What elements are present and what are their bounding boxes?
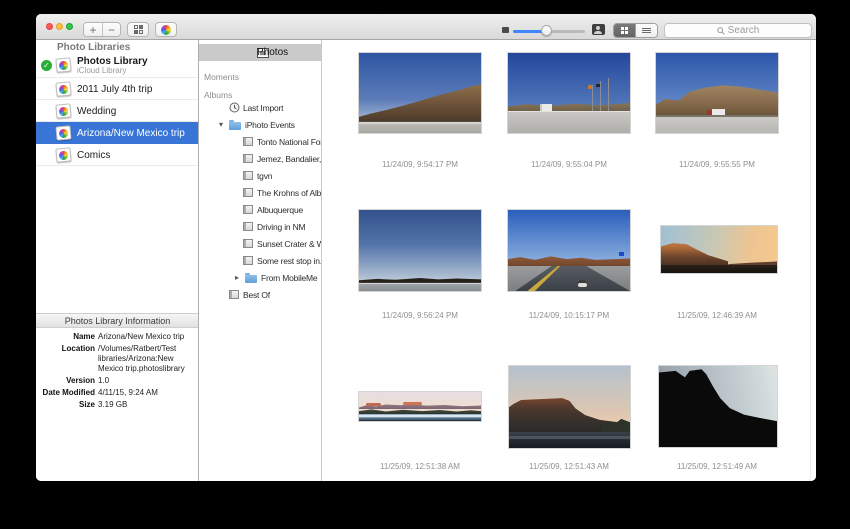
active-library-check-icon: ✓ <box>41 60 52 71</box>
library-icon <box>55 125 71 140</box>
photo-timestamp: 11/25/09, 12:51:43 AM <box>507 462 631 471</box>
remove-library-button[interactable]: − <box>102 23 120 36</box>
photo-thumbnail-4[interactable] <box>358 209 482 292</box>
event-icon <box>243 205 253 214</box>
event-icon <box>243 239 253 248</box>
photo-timestamp: 11/25/09, 12:51:38 AM <box>358 462 482 471</box>
photo-thumbnail-2[interactable] <box>507 52 631 134</box>
list-view-button[interactable] <box>635 24 657 37</box>
powerphotos-window: + − <box>36 14 816 481</box>
album-item-rest-stop[interactable]: Some rest stop in... <box>199 252 322 269</box>
minimize-window-button[interactable] <box>56 23 63 30</box>
library-icon <box>55 81 71 96</box>
view-mode-segmented-control <box>613 23 658 38</box>
merge-icon <box>134 25 143 34</box>
event-icon <box>243 171 253 180</box>
add-remove-group: + − <box>83 22 121 37</box>
library-icon <box>55 57 71 72</box>
thumbnail-size-small-icon <box>502 27 509 33</box>
album-item-krohns[interactable]: The Krohns of Albu... <box>199 184 322 201</box>
album-item-driving-in-nm[interactable]: Driving in NM <box>199 218 322 235</box>
photo-thumbnail-5[interactable] <box>507 209 631 292</box>
search-icon <box>717 27 725 35</box>
toolbar: + − <box>36 14 816 40</box>
photos-app-icon <box>161 25 171 35</box>
album-item-albuquerque[interactable]: Albuquerque <box>199 201 322 218</box>
folder-icon <box>229 122 241 130</box>
merge-libraries-button[interactable] <box>127 22 149 37</box>
grid-view-button[interactable] <box>614 24 635 37</box>
event-icon <box>243 137 253 146</box>
close-window-button[interactable] <box>46 23 53 30</box>
album-item-sunset-crater[interactable]: Sunset Crater & W... <box>199 235 322 252</box>
info-row-date-modified: Date Modified 4/11/15, 9:24 AM <box>36 388 199 398</box>
screenshot-background: + − <box>0 0 850 529</box>
info-row-size: Size 3.19 GB <box>36 400 199 410</box>
event-icon <box>243 154 253 163</box>
albums-panel: Photos Moments Albums Last Import ▾ iPho… <box>199 40 322 481</box>
photo-timestamp: 11/25/09, 12:51:49 AM <box>655 462 779 471</box>
library-subtitle: iCloud Library <box>77 66 126 75</box>
photo-thumbnail-3[interactable] <box>655 52 779 134</box>
album-icon <box>229 290 239 299</box>
add-library-button[interactable]: + <box>84 23 102 36</box>
photo-thumbnail-9[interactable] <box>658 365 778 448</box>
event-icon <box>243 188 253 197</box>
album-item-iphoto-events[interactable]: ▾ iPhoto Events <box>199 116 322 133</box>
search-input[interactable]: Search <box>664 23 812 38</box>
album-item-tgvn[interactable]: tgvn <box>199 167 322 184</box>
photo-thumbnail-1[interactable] <box>358 52 482 134</box>
album-item-last-import[interactable]: Last Import <box>199 99 322 116</box>
photo-thumbnail-8[interactable] <box>508 365 631 449</box>
section-label-moments: Moments <box>204 72 239 82</box>
event-icon <box>243 222 253 231</box>
photo-timestamp: 11/24/09, 9:55:55 PM <box>655 160 779 169</box>
photo-timestamp: 11/24/09, 9:56:24 PM <box>358 311 482 320</box>
list-view-icon <box>642 27 651 34</box>
event-icon <box>243 256 253 265</box>
zoom-window-button[interactable] <box>66 23 73 30</box>
disclosure-right-icon[interactable]: ▸ <box>235 273 239 282</box>
info-row-location: Location /Volumes/Ratbert/Test libraries… <box>36 344 199 374</box>
photo-thumbnail-6[interactable] <box>660 225 778 274</box>
disclosure-down-icon[interactable]: ▾ <box>219 120 223 129</box>
clock-icon <box>229 102 240 113</box>
photo-timestamp: 11/24/09, 9:54:17 PM <box>358 160 482 169</box>
thumbnail-size-large-icon <box>592 24 605 35</box>
photo-timestamp: 11/25/09, 12:46:39 AM <box>655 311 779 320</box>
album-item-best-of[interactable]: Best Of <box>199 286 322 303</box>
library-row-photos-library[interactable]: ✓ Photos Library iCloud Library <box>36 53 199 78</box>
grid-view-icon <box>621 27 628 34</box>
library-icon <box>55 103 71 118</box>
info-panel-header: Photos Library Information <box>36 313 199 328</box>
info-row-name: Name Arizona/New Mexico trip <box>36 332 199 342</box>
library-sidebar: Photo Libraries ✓ Photos Library iCloud … <box>36 40 199 481</box>
info-row-version: Version 1.0 <box>36 376 199 386</box>
photo-timestamp: 11/24/09, 10:15:17 PM <box>507 311 631 320</box>
source-item-photos-selected[interactable]: Photos <box>199 44 322 61</box>
album-item-from-mobileme[interactable]: ▸ From MobileMe <box>199 269 322 286</box>
folder-icon <box>245 275 257 283</box>
sidebar-header: Photo Libraries <box>57 42 130 53</box>
library-row-2011-july[interactable]: 2011 July 4th trip <box>36 78 199 100</box>
open-in-photos-button[interactable] <box>155 22 177 37</box>
info-panel: Name Arizona/New Mexico trip Location /V… <box>36 332 199 412</box>
scrollbar-track[interactable] <box>810 40 811 481</box>
thumbnail-size-slider-thumb[interactable] <box>541 25 552 36</box>
library-row-comics[interactable]: Comics <box>36 144 199 166</box>
album-item-tonto[interactable]: Tonto National For... <box>199 133 322 150</box>
library-icon <box>55 147 71 162</box>
photo-thumbnail-7[interactable] <box>358 391 482 422</box>
search-placeholder: Search <box>728 25 760 36</box>
album-item-jemez[interactable]: Jemez, Bandalier,... <box>199 150 322 167</box>
library-row-arizona-selected[interactable]: Arizona/New Mexico trip <box>36 122 199 144</box>
photo-timestamp: 11/24/09, 9:55:04 PM <box>507 160 631 169</box>
library-row-wedding[interactable]: Wedding <box>36 100 199 122</box>
